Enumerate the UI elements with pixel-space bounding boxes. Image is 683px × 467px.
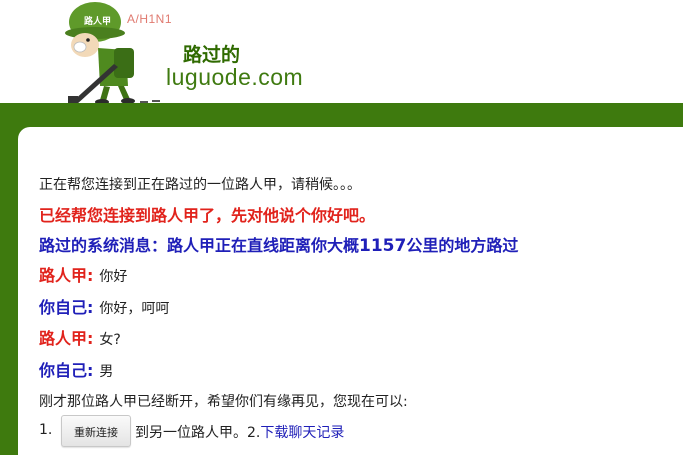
chat-message: 你自己: 男 <box>39 357 113 381</box>
chat-message: 你自己: 你好，呵呵 <box>39 294 169 318</box>
site-url: luguode.com <box>166 64 304 90</box>
message-sender: 路人甲: <box>39 266 94 285</box>
chat-message: 路人甲: 你好 <box>39 262 127 286</box>
step-number: 1. <box>39 422 53 438</box>
message-text: 你好 <box>99 269 128 285</box>
site-header: 路人甲 A/H1N1 路过的 luguode.com <box>0 0 683 112</box>
message-text: 男 <box>99 364 114 380</box>
disconnected-message: 刚才那位路人甲已经断开，希望你们有缘再见，您现在可以: <box>39 394 408 410</box>
message-sender: 你自己: <box>39 361 94 380</box>
chat-message: 路人甲: 女? <box>39 325 121 349</box>
connected-message: 已经帮您连接到路人甲了，先对他说个你好吧。 <box>39 206 376 225</box>
system-message-suffix: 公里的地方路过 <box>406 236 519 255</box>
message-sender: 你自己: <box>39 298 94 317</box>
system-message: 路过的系统消息：路人甲正在直线距离你大概1157公里的地方路过 <box>39 232 518 256</box>
download-chat-log-link[interactable]: 下载聊天记录 <box>260 425 344 441</box>
message-text: 你好，呵呵 <box>99 301 170 317</box>
message-sender: 路人甲: <box>39 329 94 348</box>
helmet-label: 路人甲 <box>84 17 112 27</box>
message-text: 女? <box>99 332 121 348</box>
site-name: 路过的 <box>183 44 241 66</box>
connecting-message: 正在帮您连接到正在路过的一位路人甲，请稍候。。。 <box>39 177 361 193</box>
virus-badge-text: A/H1N1 <box>127 12 173 26</box>
system-message-prefix: 路过的系统消息：路人甲正在直线距离你大概 <box>39 236 360 255</box>
reconnect-button[interactable]: 重新连接 <box>61 415 131 447</box>
action-step-text: 到另一位路人甲。2. <box>135 425 261 441</box>
action-text: 到另一位路人甲。2.下载聊天记录 <box>135 422 344 442</box>
distance-value: 1157 <box>359 236 407 256</box>
